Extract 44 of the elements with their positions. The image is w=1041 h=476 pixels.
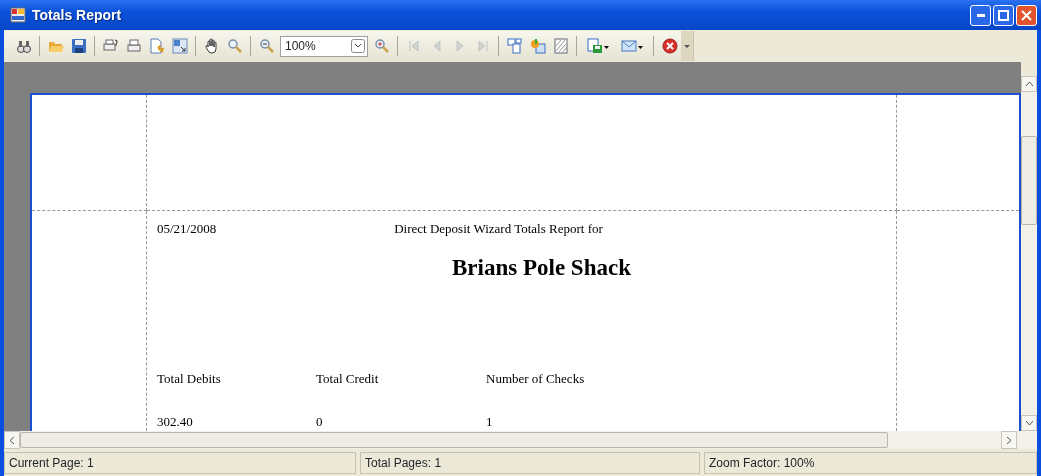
close-icon (1021, 9, 1032, 21)
magnifier-icon (226, 38, 243, 54)
stop-icon (661, 38, 678, 54)
zoom-combo-box[interactable]: 100% (280, 35, 368, 57)
printer-question-icon (102, 38, 119, 54)
close-button[interactable] (1016, 4, 1037, 26)
window-title: Totals Report (32, 5, 122, 25)
report-heading: Direct Deposit Wizard Totals Report for (394, 220, 603, 238)
export-disk-icon (587, 38, 609, 54)
paint-bucket-icon (529, 38, 546, 54)
status-panel: Total Pages: 1 (360, 452, 700, 474)
column-value: 0 (316, 413, 323, 429)
binoculars-icon (15, 38, 32, 54)
column-value: 302.40 (157, 413, 193, 429)
column-value: 1 (486, 413, 493, 429)
column-label: Total Credit (316, 371, 379, 386)
envelope-icon (621, 38, 643, 54)
maximize-button[interactable] (993, 4, 1014, 26)
scroll-up-button[interactable] (1021, 76, 1037, 92)
maximize-icon (998, 9, 1009, 21)
status-panel: Current Page: 1 (4, 452, 356, 474)
column-label: Number of Checks (486, 371, 585, 386)
status-panel: Zoom Factor: 100% (704, 452, 1037, 474)
scroll-right-button[interactable] (1001, 431, 1017, 449)
column-label: Total Debits (157, 371, 221, 386)
zoom-in-icon (373, 38, 390, 54)
pages-icon (506, 38, 523, 54)
report-date: 05/21/2008 (157, 220, 217, 238)
zoom-out-icon (258, 38, 275, 54)
dropdown-icon (351, 39, 365, 53)
printer-icon (125, 38, 142, 54)
scrollbar-thumb[interactable] (20, 432, 888, 448)
hand-icon (203, 38, 220, 54)
minimize-icon (976, 13, 985, 17)
resize-icon (171, 38, 188, 54)
app-icon (10, 7, 26, 23)
scroll-down-button[interactable] (1021, 415, 1037, 431)
page-wrench-icon (148, 38, 165, 54)
hatched-page-icon (552, 38, 569, 54)
scrollbar-thumb[interactable] (1021, 136, 1037, 225)
scroll-left-button[interactable] (4, 431, 20, 449)
minimize-button[interactable] (970, 4, 991, 26)
company-name: Brians Pole Shack (452, 254, 631, 280)
caret-icon (684, 44, 690, 48)
